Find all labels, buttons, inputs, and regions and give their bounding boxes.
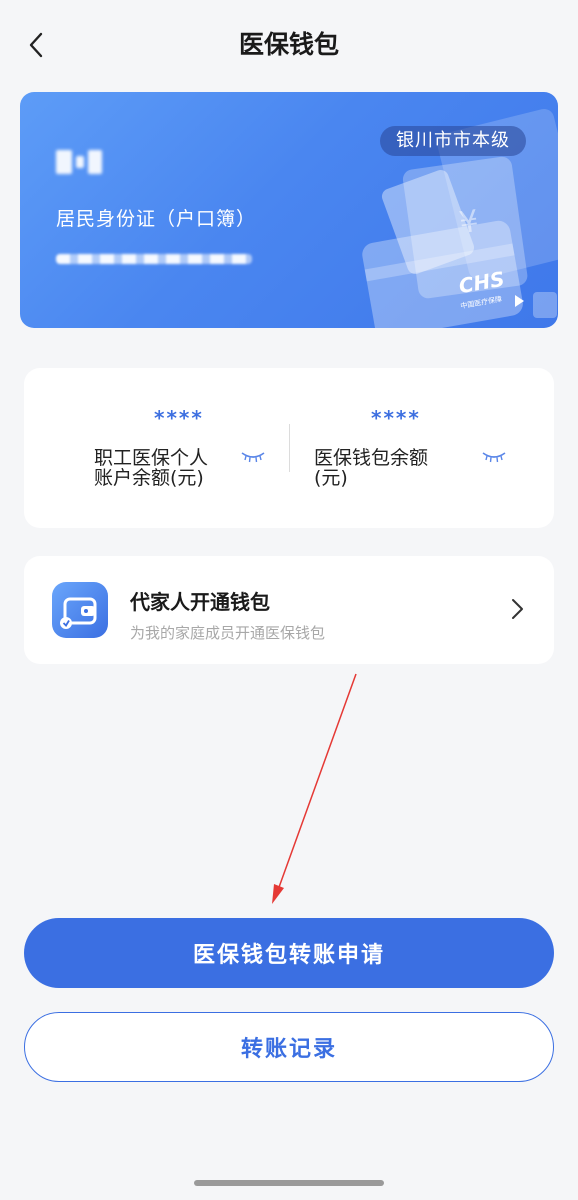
page-title: 医保钱包	[238, 30, 339, 59]
wallet-icon	[52, 582, 108, 638]
transfer-apply-button[interactable]: 医保钱包转账申请	[24, 918, 554, 988]
eye-closed-icon[interactable]	[240, 450, 266, 464]
wallet-balance: **** 医保钱包余额(元)	[289, 368, 554, 528]
home-indicator[interactable]	[194, 1180, 384, 1186]
balance-value: ****	[371, 406, 421, 430]
transfer-records-button[interactable]: 转账记录	[24, 1012, 554, 1082]
balance-label: 医保钱包余额(元)	[314, 447, 429, 489]
balance-label: 职工医保个人账户余额(元)	[94, 447, 209, 489]
holder-name-masked	[56, 150, 102, 180]
id-type-label: 居民身份证（户口簿）	[56, 208, 257, 230]
employee-account-balance: **** 职工医保个人账户余额(元)	[24, 368, 289, 528]
family-wallet-title: 代家人开通钱包	[130, 590, 270, 614]
family-wallet-subtitle: 为我的家庭成员开通医保钱包	[130, 624, 326, 642]
id-number-masked	[56, 254, 252, 264]
eye-closed-icon[interactable]	[481, 450, 507, 464]
header: 医保钱包	[0, 0, 578, 90]
annotation-arrow	[272, 673, 357, 904]
balance-value: ****	[154, 406, 204, 430]
balance-panel: **** 职工医保个人账户余额(元) **** 医保钱包余额(元)	[24, 368, 554, 528]
open-family-wallet-item[interactable]: 代家人开通钱包 为我的家庭成员开通医保钱包	[24, 556, 554, 664]
insurance-card[interactable]: ¥ CHS 中国医疗保障 银川市市本级 居民身份证（户口簿）	[20, 92, 558, 328]
card-play-arrow-icon[interactable]	[515, 295, 524, 307]
chevron-right-icon	[512, 599, 523, 619]
region-badge[interactable]: 银川市市本级	[380, 126, 526, 156]
